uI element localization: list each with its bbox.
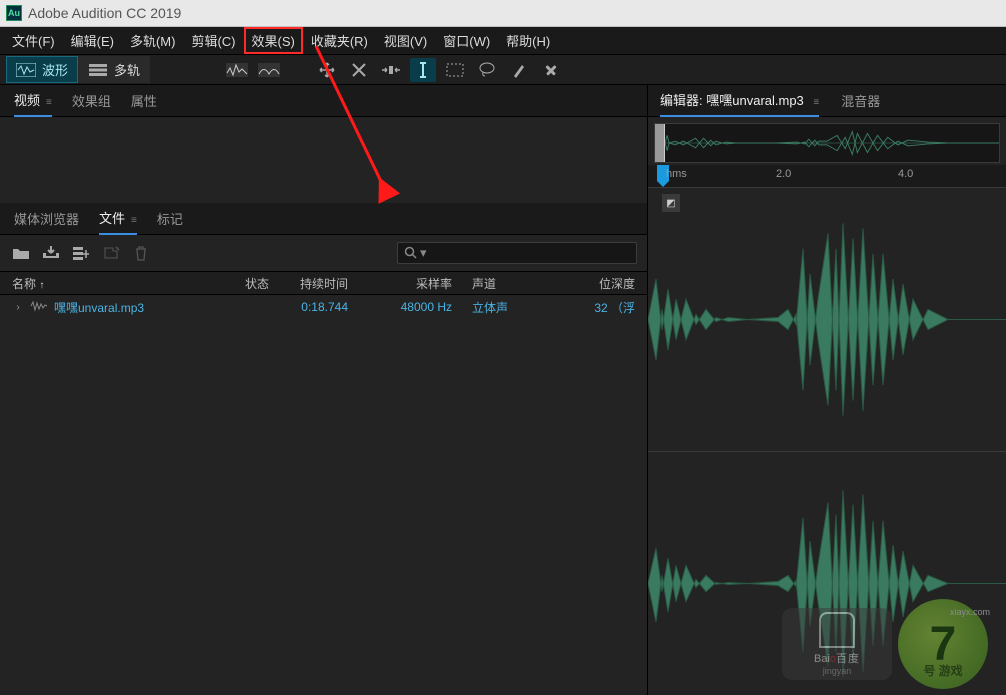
tab-video[interactable]: 视频≡ xyxy=(14,84,52,117)
tab-media-browser[interactable]: 媒体浏览器 xyxy=(14,203,79,234)
top-left-panel-body xyxy=(0,117,647,203)
insert-icon xyxy=(100,243,122,263)
multitrack-icon xyxy=(88,63,108,77)
menu-window[interactable]: 窗口(W) xyxy=(435,27,498,54)
open-file-icon[interactable] xyxy=(10,243,32,263)
tab-markers[interactable]: 标记 xyxy=(157,203,183,234)
file-channel: 立体声 xyxy=(472,299,550,316)
files-header: 名称 ↑ 状态 持续时间 采样率 声道 位深度 xyxy=(0,271,647,295)
audio-file-icon xyxy=(30,300,48,315)
timeline-tick: 2.0 xyxy=(776,168,791,180)
channel-left[interactable]: ◩ xyxy=(648,187,1006,451)
razor-tool-icon[interactable] xyxy=(346,58,372,82)
mode-waveform-label: 波形 xyxy=(42,60,68,79)
files-panel-tabs: 媒体浏览器 文件≡ 标记 xyxy=(0,203,647,235)
brush-tool-icon[interactable] xyxy=(506,58,532,82)
top-toolbar: 波形 多轨 xyxy=(0,55,1006,85)
panel-menu-icon[interactable]: ≡ xyxy=(46,97,52,108)
overview-handle[interactable] xyxy=(655,124,665,162)
menu-edit[interactable]: 编辑(E) xyxy=(63,27,122,54)
tab-effects-rack[interactable]: 效果组 xyxy=(72,85,111,116)
mode-waveform[interactable]: 波形 xyxy=(6,56,78,83)
editor-tabs: 编辑器: 嘿嘿unvaral.mp3 ≡ 混音器 xyxy=(648,85,1006,117)
editor-prefix: 编辑器: xyxy=(660,93,703,108)
waveform-overview[interactable] xyxy=(654,123,1000,163)
delete-icon xyxy=(130,243,152,263)
panel-menu-icon[interactable]: ≡ xyxy=(813,97,819,108)
col-duration[interactable]: 持续时间 xyxy=(286,275,362,292)
time-selection-tool-icon[interactable] xyxy=(410,58,436,82)
expand-icon[interactable]: › xyxy=(12,302,24,313)
menu-multitrack[interactable]: 多轨(M) xyxy=(122,27,184,54)
waveform-icon xyxy=(16,63,36,77)
spot-healing-tool-icon[interactable] xyxy=(538,58,564,82)
app-title: Adobe Audition CC 2019 xyxy=(28,5,181,21)
menu-clip[interactable]: 剪辑(C) xyxy=(183,27,243,54)
tab-editor[interactable]: 编辑器: 嘿嘿unvaral.mp3 ≡ xyxy=(660,84,819,117)
file-name: 嘿嘿unvaral.mp3 xyxy=(54,299,144,316)
menu-file[interactable]: 文件(F) xyxy=(4,27,63,54)
spectral-freq-icon[interactable] xyxy=(224,58,250,82)
menu-bar: 文件(F) 编辑(E) 多轨(M) 剪辑(C) 效果(S) 收藏夹(R) 视图(… xyxy=(0,27,1006,55)
files-search[interactable]: ▾ xyxy=(397,242,637,264)
editor-body: hms 2.0 4.0 ◩ xyxy=(648,117,1006,695)
col-depth[interactable]: 位深度 xyxy=(550,275,647,292)
menu-effects[interactable]: 效果(S) xyxy=(244,27,303,54)
move-tool-icon[interactable] xyxy=(314,58,340,82)
spectral-pitch-icon[interactable] xyxy=(256,58,282,82)
new-multitrack-icon[interactable] xyxy=(70,243,92,263)
tab-mixer[interactable]: 混音器 xyxy=(841,85,880,116)
app-icon: Au xyxy=(6,5,22,21)
lasso-tool-icon[interactable] xyxy=(474,58,500,82)
mode-multitrack-label: 多轨 xyxy=(114,60,140,79)
timeline-ruler[interactable]: hms 2.0 4.0 xyxy=(648,165,1006,187)
file-sample: 48000 Hz xyxy=(362,300,472,314)
col-status[interactable]: 状态 xyxy=(228,275,286,292)
mode-multitrack[interactable]: 多轨 xyxy=(78,56,150,83)
sort-asc-icon: ↑ xyxy=(39,280,44,291)
channel-right[interactable] xyxy=(648,451,1006,695)
channel-indicator-icon: ◩ xyxy=(662,194,680,212)
top-left-panel-tabs: 视频≡ 效果组 属性 xyxy=(0,85,647,117)
editor-file: 嘿嘿unvaral.mp3 xyxy=(706,93,804,108)
file-depth: 32 （浮 xyxy=(550,299,647,316)
timeline-unit: hms xyxy=(666,168,687,180)
search-icon xyxy=(404,246,418,260)
menu-help[interactable]: 帮助(H) xyxy=(498,27,558,54)
waveform-view[interactable]: ◩ xyxy=(648,187,1006,695)
panel-menu-icon[interactable]: ≡ xyxy=(131,215,137,226)
marquee-tool-icon[interactable] xyxy=(442,58,468,82)
files-list: › 嘿嘿unvaral.mp3 0:18.744 48000 Hz 立体声 32… xyxy=(0,295,647,695)
col-name[interactable]: 名称 ↑ xyxy=(0,275,228,292)
col-channel[interactable]: 声道 xyxy=(472,275,550,292)
col-sample[interactable]: 采样率 xyxy=(362,275,472,292)
menu-view[interactable]: 视图(V) xyxy=(376,27,435,54)
file-duration: 0:18.744 xyxy=(286,300,362,314)
slip-tool-icon[interactable] xyxy=(378,58,404,82)
menu-favorites[interactable]: 收藏夹(R) xyxy=(303,27,376,54)
title-bar: Au Adobe Audition CC 2019 xyxy=(0,0,1006,27)
import-icon[interactable] xyxy=(40,243,62,263)
timeline-tick: 4.0 xyxy=(898,168,913,180)
files-toolbar: ▾ xyxy=(0,235,647,271)
file-row[interactable]: › 嘿嘿unvaral.mp3 0:18.744 48000 Hz 立体声 32… xyxy=(0,295,647,319)
tab-properties[interactable]: 属性 xyxy=(131,85,157,116)
tab-files[interactable]: 文件≡ xyxy=(99,202,137,235)
